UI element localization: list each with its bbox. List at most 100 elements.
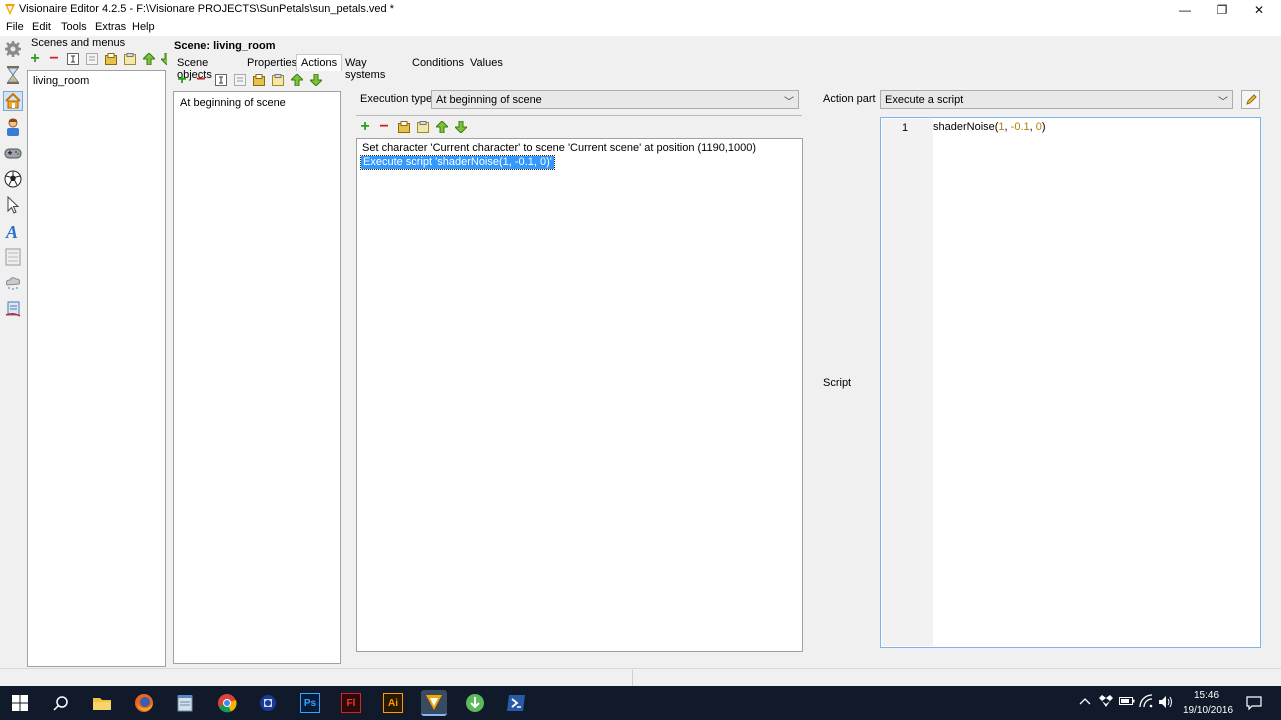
notification-icon[interactable] bbox=[1246, 695, 1262, 714]
tab-properties[interactable]: Properties bbox=[242, 54, 302, 71]
action-part-value: Execute a script bbox=[885, 94, 964, 106]
add-icon[interactable]: + bbox=[358, 118, 372, 135]
file-explorer-icon[interactable] bbox=[89, 690, 115, 716]
code-function: shaderNoise( bbox=[933, 121, 999, 133]
tab-way-systems[interactable]: Way systems bbox=[340, 54, 390, 81]
wifi-icon[interactable] bbox=[1139, 694, 1153, 711]
ball-icon[interactable] bbox=[3, 169, 23, 189]
notepad-icon[interactable] bbox=[172, 690, 198, 716]
properties-icon[interactable] bbox=[233, 73, 247, 87]
script-editor[interactable]: 1 shaderNoise(1, -0.1, 0) bbox=[880, 117, 1261, 648]
line-number-gutter: 1 bbox=[882, 119, 933, 646]
code-line[interactable]: shaderNoise(1, -0.1, 0) bbox=[933, 121, 1046, 133]
pencil-icon bbox=[1245, 93, 1257, 105]
properties-icon[interactable] bbox=[85, 52, 99, 66]
action-part-select[interactable]: Execute a script ﹀ bbox=[880, 90, 1233, 109]
window-title: Visionaire Editor 4.2.5 - F:\Visionare P… bbox=[19, 3, 395, 15]
tree-item[interactable]: living_room bbox=[33, 75, 89, 87]
tab-conditions[interactable]: Conditions bbox=[407, 54, 469, 71]
rename-icon[interactable] bbox=[66, 52, 80, 66]
add-icon[interactable]: + bbox=[175, 71, 189, 88]
move-down-icon[interactable] bbox=[454, 120, 468, 134]
settings-icon[interactable] bbox=[3, 39, 23, 59]
execution-type-value: At beginning of scene bbox=[436, 94, 542, 106]
copy-icon[interactable] bbox=[252, 73, 266, 87]
move-up-icon[interactable] bbox=[435, 120, 449, 134]
dropbox-icon[interactable] bbox=[1099, 695, 1113, 710]
search-icon[interactable] bbox=[48, 690, 74, 716]
svg-text:A: A bbox=[5, 222, 18, 240]
title-bar: Visionaire Editor 4.2.5 - F:\Visionare P… bbox=[0, 0, 1281, 20]
flash-icon[interactable]: Fl bbox=[338, 690, 364, 716]
menu-bar: File Edit Tools Extras Help bbox=[0, 20, 1281, 36]
torrent-icon[interactable] bbox=[462, 690, 488, 716]
add-icon[interactable]: + bbox=[28, 50, 42, 67]
firefox-icon[interactable] bbox=[131, 690, 157, 716]
powershell-icon[interactable] bbox=[503, 690, 529, 716]
app-icon[interactable] bbox=[255, 690, 281, 716]
menu-file[interactable]: File bbox=[6, 21, 24, 33]
visionaire-logo-icon bbox=[4, 3, 16, 16]
illustrator-label: Ai bbox=[383, 693, 403, 713]
remove-icon[interactable]: − bbox=[47, 50, 61, 67]
remove-icon[interactable]: − bbox=[194, 71, 208, 88]
scene-house-icon[interactable] bbox=[3, 91, 23, 111]
edit-script-button[interactable] bbox=[1241, 90, 1260, 109]
code-close: ) bbox=[1041, 121, 1046, 133]
chevron-up-icon[interactable] bbox=[1079, 696, 1091, 709]
photoshop-icon[interactable]: Ps bbox=[297, 690, 323, 716]
move-up-icon[interactable] bbox=[142, 52, 156, 66]
volume-icon[interactable] bbox=[1158, 695, 1174, 712]
close-button[interactable]: ✕ bbox=[1237, 0, 1281, 20]
chevron-down-icon: ﹀ bbox=[784, 97, 794, 108]
category-strip: A bbox=[0, 37, 26, 327]
particles-icon[interactable] bbox=[3, 273, 23, 293]
menu-tools[interactable]: Tools bbox=[61, 21, 87, 33]
tab-scene-objects[interactable]: Scene objects bbox=[172, 54, 217, 81]
menu-edit[interactable]: Edit bbox=[32, 21, 51, 33]
move-down-icon[interactable] bbox=[309, 73, 323, 87]
interface-icon[interactable] bbox=[3, 247, 23, 267]
divider bbox=[356, 115, 802, 116]
character-icon[interactable] bbox=[3, 117, 23, 137]
paste-icon[interactable] bbox=[416, 120, 430, 134]
scene-header: Scene: living_room bbox=[174, 40, 276, 52]
list-item-selected[interactable]: Execute script 'shaderNoise(1, -0.1, 0)' bbox=[360, 155, 555, 170]
remove-icon[interactable]: − bbox=[377, 118, 391, 135]
copy-icon[interactable] bbox=[397, 120, 411, 134]
hourglass-icon[interactable] bbox=[3, 65, 23, 85]
tab-actions[interactable]: Actions bbox=[296, 54, 343, 71]
battery-icon bbox=[1119, 696, 1135, 709]
font-icon[interactable]: A bbox=[3, 221, 23, 241]
move-down-icon[interactable] bbox=[161, 52, 167, 66]
cursor-icon[interactable] bbox=[3, 195, 23, 215]
list-item[interactable]: Set character 'Current character' to sce… bbox=[362, 142, 756, 155]
actions-list[interactable]: At beginning of scene bbox=[173, 91, 341, 664]
menu-extras[interactable]: Extras bbox=[95, 21, 126, 33]
clock-time[interactable]: 15:46 bbox=[1194, 690, 1219, 701]
script-label: Script bbox=[823, 377, 852, 389]
line-number: 1 bbox=[902, 122, 909, 134]
status-divider bbox=[632, 670, 633, 686]
move-up-icon[interactable] bbox=[290, 73, 304, 87]
paste-icon[interactable] bbox=[123, 52, 137, 66]
chrome-icon[interactable] bbox=[214, 690, 240, 716]
tab-values[interactable]: Values bbox=[465, 54, 508, 71]
clock-date[interactable]: 19/10/2016 bbox=[1183, 705, 1233, 716]
script-scroll-icon[interactable] bbox=[3, 299, 23, 319]
paste-icon[interactable] bbox=[271, 73, 285, 87]
scene-tree[interactable]: living_room bbox=[27, 70, 166, 667]
photoshop-label: Ps bbox=[300, 693, 320, 713]
chevron-down-icon: ﹀ bbox=[1218, 97, 1228, 108]
visionaire-icon[interactable] bbox=[421, 690, 447, 716]
windows-start-icon[interactable] bbox=[7, 690, 33, 716]
list-item[interactable]: At beginning of scene bbox=[180, 97, 286, 109]
rename-icon[interactable] bbox=[214, 73, 228, 87]
menu-help[interactable]: Help bbox=[132, 21, 155, 33]
illustrator-icon[interactable]: Ai bbox=[380, 690, 406, 716]
status-bar bbox=[0, 668, 1281, 686]
execution-type-select[interactable]: At beginning of scene ﹀ bbox=[431, 90, 799, 109]
gamepad-icon[interactable] bbox=[3, 143, 23, 163]
copy-icon[interactable] bbox=[104, 52, 118, 66]
action-parts-list[interactable]: Set character 'Current character' to sce… bbox=[356, 138, 803, 652]
